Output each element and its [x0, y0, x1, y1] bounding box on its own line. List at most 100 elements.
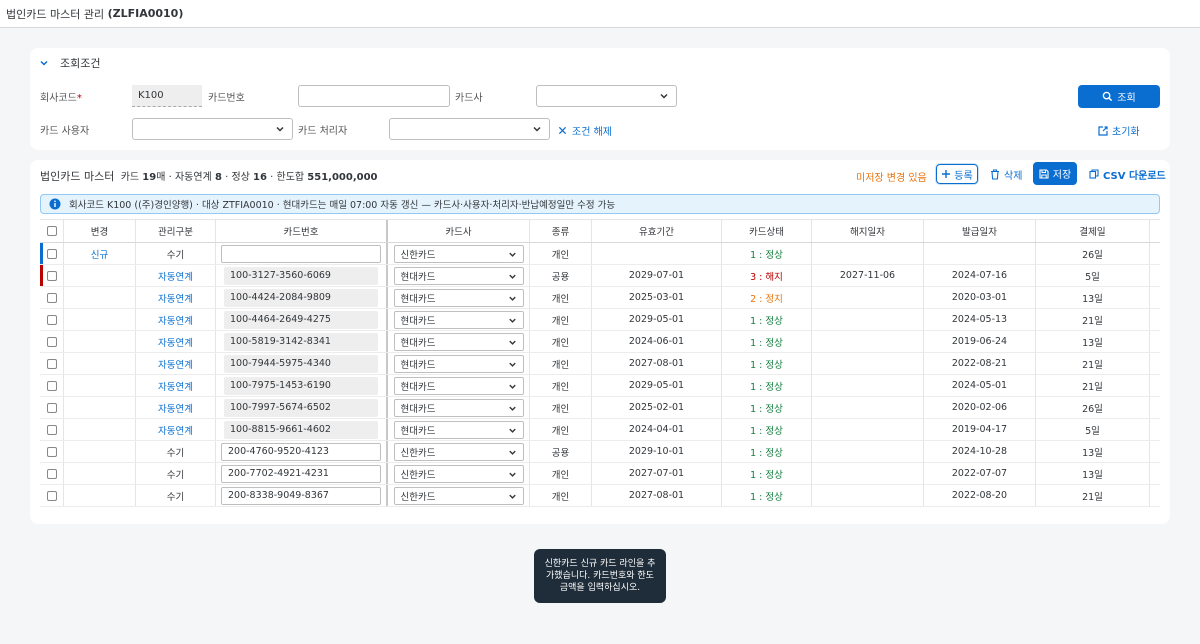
issuer-select[interactable]: 현대카드: [393, 310, 524, 329]
issuer-select[interactable]: 현대카드: [393, 420, 524, 439]
status-badge: 1 : 정상: [750, 447, 783, 459]
table-row[interactable]: 자동연계 100-4424-2084-9809 현대카드 개인 2025-03-01 2 …: [40, 287, 1160, 309]
header-card-number[interactable]: 카드번호: [216, 220, 388, 242]
table-row[interactable]: 신규 수기 신한카드 개인 1 : 정상 26일: [40, 243, 1160, 265]
table-row[interactable]: 자동연계 100-7997-5674-6502 현대카드 개인 2025-02-01 1 …: [40, 397, 1160, 419]
chevron-down-icon: [508, 384, 516, 389]
card-no-input[interactable]: [298, 85, 450, 107]
chevron-down-icon[interactable]: [38, 57, 50, 69]
issuer-cell: 신한카드: [388, 441, 530, 462]
header-issue-date[interactable]: 발급일자: [924, 220, 1036, 242]
card-number-input[interactable]: 200-8338-9049-8367: [221, 486, 381, 505]
card-number-input[interactable]: 200-7702-4921-4231: [221, 464, 381, 483]
filter-header[interactable]: 조회조건: [38, 55, 100, 71]
checkbox-cell[interactable]: [40, 309, 64, 330]
issue-date-cell: 2024-10-28: [924, 441, 1036, 462]
issue-date-cell: 2024-05-01: [924, 375, 1036, 396]
issuer-select[interactable]: 신한카드: [393, 442, 524, 461]
type-cell: 개인: [530, 419, 592, 440]
row-checkbox[interactable]: [46, 380, 57, 391]
checkbox-cell[interactable]: [40, 419, 64, 440]
status-badge: 1 : 정상: [750, 381, 783, 393]
row-checkbox[interactable]: [46, 292, 57, 303]
checkbox-cell[interactable]: [40, 287, 64, 308]
header-pay-day[interactable]: 결제일: [1036, 220, 1150, 242]
table-row[interactable]: 자동연계 100-3127-3560-6069 현대카드 공용 2029-07-01 3 …: [40, 265, 1160, 287]
issuer-select[interactable]: 현대카드: [393, 288, 524, 307]
change-cell: [64, 375, 136, 396]
table-row[interactable]: 수기 200-7702-4921-4231 신한카드 개인 2027-07-01 1 : …: [40, 463, 1160, 485]
header-checkbox-cell[interactable]: [40, 220, 64, 242]
chevron-down-icon: [508, 340, 516, 345]
add-button[interactable]: 등록: [936, 164, 978, 184]
delete-button[interactable]: 삭제: [990, 164, 1022, 184]
row-checkbox[interactable]: [46, 446, 57, 457]
issuer-select[interactable]: 현대카드: [393, 398, 524, 417]
row-checkbox[interactable]: [46, 314, 57, 325]
issue-date-cell: 2020-03-01: [924, 287, 1036, 308]
status-cell: 1 : 정상: [722, 331, 812, 352]
checkbox-cell[interactable]: [40, 331, 64, 352]
header-valid[interactable]: 유효기간: [592, 220, 722, 242]
cancel-date-cell: [812, 485, 924, 506]
issuer-select[interactable]: 현대카드: [393, 376, 524, 395]
checkbox-cell[interactable]: [40, 463, 64, 484]
card-master-table: 변경 관리구분 카드번호 카드사 종류 유효기간 카드상태 해지일자 발급일자 결제일 신규 수기 신…: [40, 219, 1160, 507]
checkbox-cell[interactable]: [40, 265, 64, 286]
issuer-select[interactable]: 현대카드: [393, 332, 524, 351]
header-status[interactable]: 카드상태: [722, 220, 812, 242]
row-checkbox[interactable]: [46, 336, 57, 347]
issuer-select[interactable]: [536, 85, 677, 107]
checkbox-cell[interactable]: [40, 397, 64, 418]
select-all-checkbox[interactable]: [46, 226, 57, 236]
clear-conditions-button[interactable]: 조건 해제: [558, 123, 612, 138]
checkbox-cell[interactable]: [40, 441, 64, 462]
row-checkbox[interactable]: [46, 358, 57, 369]
row-checkbox[interactable]: [46, 248, 57, 259]
checkbox-cell[interactable]: [40, 243, 64, 264]
status-cell: 1 : 정상: [722, 353, 812, 374]
table-row[interactable]: 자동연계 100-8815-9661-4602 현대카드 개인 2024-04-01 1 …: [40, 419, 1160, 441]
row-checkbox[interactable]: [46, 424, 57, 435]
card-number-input[interactable]: [221, 244, 381, 263]
checkbox-cell[interactable]: [40, 353, 64, 374]
header-kind[interactable]: 관리구분: [136, 220, 216, 242]
issuer-select[interactable]: 현대카드: [393, 266, 524, 285]
save-button[interactable]: 저장: [1033, 162, 1077, 185]
row-checkbox[interactable]: [46, 468, 57, 479]
table-row[interactable]: 자동연계 100-5819-3142-8341 현대카드 개인 2024-06-01 1 …: [40, 331, 1160, 353]
issuer-select[interactable]: 신한카드: [393, 244, 524, 263]
table-row[interactable]: 수기 200-4760-9520-4123 신한카드 공용 2029-10-01 1 : …: [40, 441, 1160, 463]
issuer-cell: 현대카드: [388, 375, 530, 396]
card-number-input[interactable]: 200-4760-9520-4123: [221, 442, 381, 461]
table-row[interactable]: 자동연계 100-7944-5975-4340 현대카드 개인 2027-08-01 1 …: [40, 353, 1160, 375]
row-checkbox[interactable]: [46, 402, 57, 413]
status-badge: 1 : 정상: [750, 425, 783, 437]
row-checkbox[interactable]: [46, 490, 57, 501]
checkbox-cell[interactable]: [40, 375, 64, 396]
table-row[interactable]: 수기 200-8338-9049-8367 신한카드 개인 2027-08-01 1 : …: [40, 485, 1160, 507]
row-checkbox[interactable]: [46, 270, 57, 281]
header-issuer[interactable]: 카드사: [388, 220, 530, 242]
info-icon: [49, 198, 61, 210]
user-select[interactable]: [132, 118, 293, 140]
checkbox-cell[interactable]: [40, 485, 64, 506]
csv-download-button[interactable]: CSV 다운로드: [1089, 164, 1166, 184]
status-badge: 1 : 정상: [750, 491, 783, 503]
header-change[interactable]: 변경: [64, 220, 136, 242]
valid-cell: 2027-08-01: [592, 353, 722, 374]
issuer-select[interactable]: 신한카드: [393, 464, 524, 483]
table-row[interactable]: 자동연계 100-7975-1453-6190 현대카드 개인 2029-05-01 1 …: [40, 375, 1160, 397]
reset-button[interactable]: 초기화: [1098, 123, 1140, 138]
header-type[interactable]: 종류: [530, 220, 592, 242]
table-row[interactable]: 자동연계 100-4464-2649-4275 현대카드 개인 2029-05-01 1 …: [40, 309, 1160, 331]
issuer-select[interactable]: 현대카드: [393, 354, 524, 373]
header-cancel-date[interactable]: 해지일자: [812, 220, 924, 242]
close-icon: [558, 126, 567, 135]
status-badge: 1 : 정상: [750, 403, 783, 415]
handler-select[interactable]: [389, 118, 550, 140]
change-cell: [64, 441, 136, 462]
issuer-select[interactable]: 신한카드: [393, 486, 524, 505]
issue-date-cell: [924, 243, 1036, 264]
search-button[interactable]: 조회: [1078, 85, 1160, 108]
